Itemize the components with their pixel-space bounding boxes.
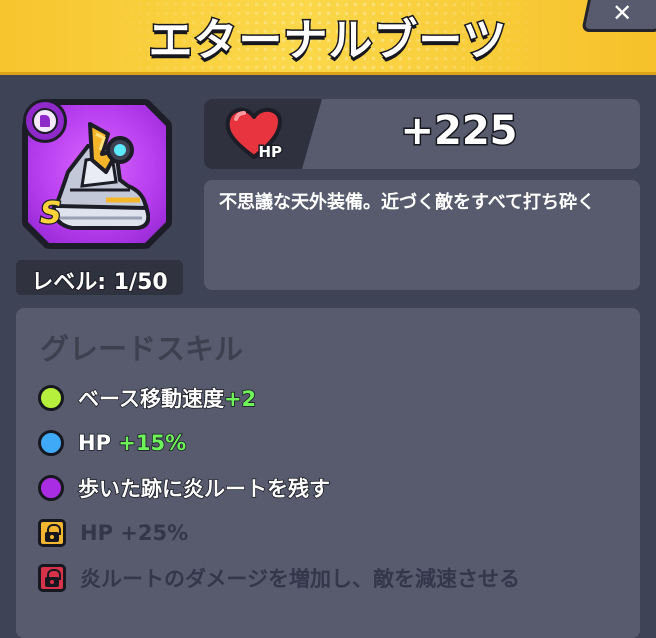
purple-dot-icon bbox=[38, 475, 64, 501]
level-label: レベル: 1/50 bbox=[30, 269, 168, 296]
level-box: レベル: 1/50 bbox=[16, 260, 183, 296]
grade-label: S bbox=[39, 195, 63, 233]
skill-text: ベース移動速度+2 bbox=[77, 386, 257, 412]
hp-stat-value: +225 bbox=[399, 107, 519, 156]
blue-dot-icon bbox=[38, 430, 64, 456]
skill-row-locked: 炎ルートのダメージを増加し、敵を減速させる bbox=[38, 562, 520, 594]
skill-text-locked: 炎ルートのダメージを増加し、敵を減速させる bbox=[80, 567, 520, 591]
skill-row: ベース移動速度+2 bbox=[38, 382, 257, 414]
skill-text-locked: HP +25% bbox=[80, 521, 189, 545]
red-lock-icon bbox=[38, 564, 66, 592]
skill-bonus: +2 bbox=[223, 386, 257, 412]
page-title: エターナルブーツ bbox=[147, 14, 508, 68]
boot-rarity-icon bbox=[32, 108, 58, 134]
skill-row-locked: HP +25% bbox=[38, 517, 188, 549]
skill-row: HP +15% bbox=[38, 427, 187, 459]
skill-text: 歩いた跡に炎ルートを残す bbox=[77, 476, 331, 502]
close-x-icon: ✕ bbox=[612, 0, 633, 27]
rarity-badge bbox=[23, 99, 67, 143]
close-button[interactable]: ✕ bbox=[581, 0, 656, 32]
item-description: 不思議な天外装備。近づく敵をすべて打ち砕く bbox=[219, 192, 596, 213]
skill-text: HP +15% bbox=[77, 430, 187, 456]
header-banner: エターナルブーツ bbox=[0, 0, 656, 75]
skill-row: 歩いた跡に炎ルートを残す bbox=[38, 472, 331, 504]
hp-icon-label: HP bbox=[258, 143, 282, 161]
description-box: 不思議な天外装備。近づく敵をすべて打ち砕く bbox=[204, 180, 640, 290]
heart-hp-icon: HP bbox=[225, 107, 284, 163]
green-dot-icon bbox=[38, 385, 64, 411]
grade-skill-title: グレードスキル bbox=[40, 332, 244, 366]
gold-lock-icon bbox=[38, 519, 66, 547]
skill-bonus: +15% bbox=[118, 430, 187, 456]
hp-stat-box: HP +225 bbox=[204, 99, 640, 169]
